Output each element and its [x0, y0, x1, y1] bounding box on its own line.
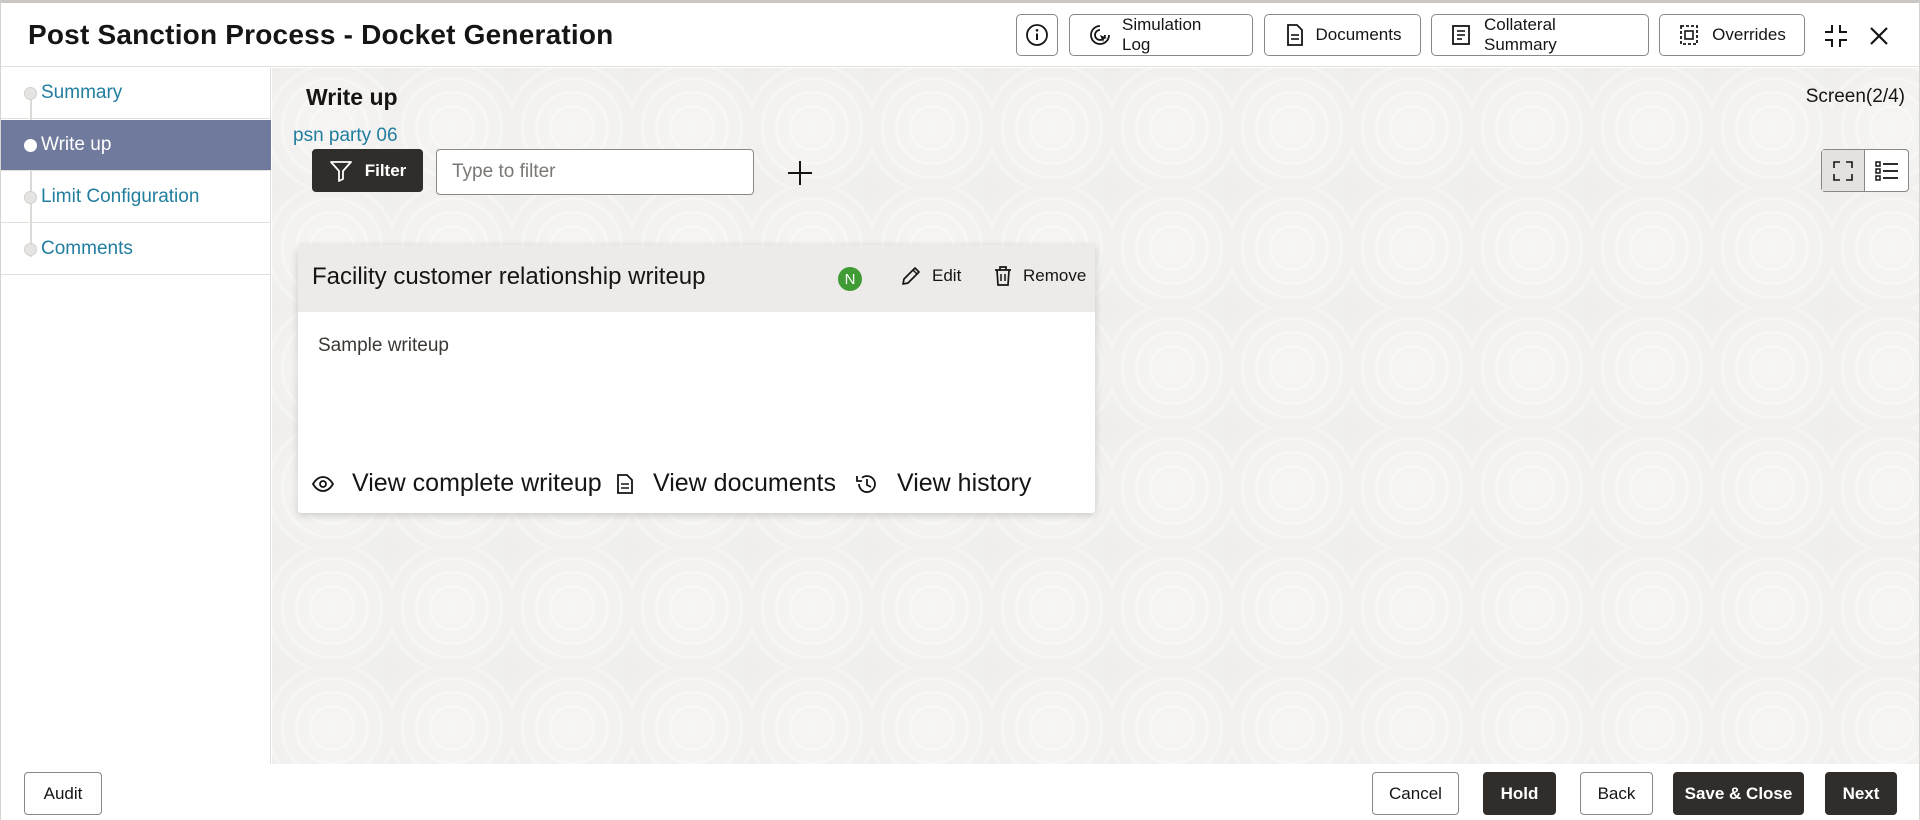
collapse-icon: [1825, 25, 1847, 47]
sidebar-item-label: Write up: [41, 134, 112, 155]
card-header: Facility customer relationship writeup N…: [298, 245, 1095, 312]
collateral-summary-label: Collateral Summary: [1484, 15, 1557, 54]
writeup-body: Sample writeup: [318, 335, 449, 356]
audit-button[interactable]: Audit: [24, 772, 102, 815]
main-content: Write up Screen(2/4) psn party 06 Filter…: [272, 68, 1919, 764]
history-icon: [856, 474, 876, 493]
new-badge: N: [838, 267, 862, 291]
eye-icon: [312, 475, 334, 492]
filter-button[interactable]: Filter: [312, 149, 423, 192]
close-button[interactable]: [1862, 19, 1896, 53]
sidebar-item-write-up[interactable]: Write up: [1, 120, 271, 171]
section-title: Write up: [306, 84, 398, 110]
party-name-link[interactable]: psn party 06: [293, 125, 398, 147]
screen-counter: Screen(2/4): [1805, 86, 1905, 107]
footer: Audit Cancel Hold Back Save & Close Next: [1, 764, 1919, 820]
edit-button[interactable]: Edit: [900, 265, 961, 287]
step-indicator: [24, 87, 37, 100]
view-toggle: [1821, 149, 1909, 192]
app-window: Post Sanction Process - Docket Generatio…: [0, 0, 1920, 820]
step-indicator: [24, 191, 37, 204]
simulation-log-label: Simulation Log: [1122, 15, 1202, 54]
list-view-button[interactable]: [1865, 150, 1908, 191]
close-icon: [1870, 27, 1888, 45]
list-icon: [1874, 160, 1898, 181]
page-title: Post Sanction Process - Docket Generatio…: [28, 19, 614, 50]
sidebar: Summary Write up Limit Configuration Com…: [1, 68, 271, 764]
overrides-label: Overrides: [1712, 25, 1786, 44]
minimize-window-button[interactable]: [1819, 19, 1853, 53]
save-close-button[interactable]: Save & Close: [1673, 772, 1804, 815]
sidebar-item-summary[interactable]: Summary: [1, 68, 271, 119]
document-icon: [1286, 24, 1303, 46]
hold-button[interactable]: Hold: [1483, 772, 1556, 815]
next-button[interactable]: Next: [1825, 772, 1897, 815]
plus-icon: [788, 161, 812, 185]
collateral-summary-button[interactable]: Collateral Summary: [1431, 14, 1649, 56]
simulation-icon: [1090, 25, 1110, 45]
add-writeup-button[interactable]: [781, 154, 819, 192]
info-button[interactable]: [1016, 14, 1058, 56]
info-icon: [1026, 24, 1048, 46]
simulation-log-button[interactable]: Simulation Log: [1069, 14, 1253, 56]
edit-label: Edit: [932, 266, 962, 285]
view-complete-writeup-link[interactable]: View complete writeup: [312, 469, 602, 498]
header: Post Sanction Process - Docket Generatio…: [1, 3, 1919, 67]
writeup-card: Facility customer relationship writeup N…: [298, 245, 1095, 513]
filter-input[interactable]: [436, 149, 754, 195]
documents-label: Documents: [1315, 25, 1402, 44]
card-title: Facility customer relationship writeup: [312, 263, 706, 290]
expand-icon: [1833, 160, 1853, 181]
remove-label: Remove: [1023, 266, 1087, 285]
card-view-button[interactable]: [1822, 150, 1865, 191]
view-history-link[interactable]: View history: [855, 469, 1031, 498]
documents-button[interactable]: Documents: [1264, 14, 1421, 56]
sidebar-item-label: Summary: [41, 82, 123, 103]
view-history-label: View history: [897, 469, 1032, 497]
step-indicator: [24, 139, 37, 152]
filter-icon: [329, 160, 352, 182]
cancel-button[interactable]: Cancel: [1372, 772, 1459, 815]
sidebar-item-label: Limit Configuration: [41, 186, 200, 207]
back-button[interactable]: Back: [1580, 772, 1653, 815]
view-documents-label: View documents: [653, 469, 836, 497]
trash-icon: [995, 266, 1011, 286]
overrides-button[interactable]: Overrides: [1659, 14, 1805, 56]
filter-button-label: Filter: [364, 160, 407, 180]
remove-button[interactable]: Remove: [993, 265, 1086, 287]
sidebar-item-label: Comments: [41, 238, 133, 259]
view-documents-link[interactable]: View documents: [615, 469, 836, 498]
sidebar-item-comments[interactable]: Comments: [1, 224, 271, 275]
view-complete-writeup-label: View complete writeup: [352, 469, 602, 497]
step-indicator: [24, 243, 37, 256]
sidebar-item-limit-configuration[interactable]: Limit Configuration: [1, 172, 271, 223]
summary-icon: [1452, 25, 1470, 45]
pencil-icon: [902, 267, 920, 285]
overrides-icon: [1680, 25, 1699, 45]
document-icon: [617, 473, 633, 494]
